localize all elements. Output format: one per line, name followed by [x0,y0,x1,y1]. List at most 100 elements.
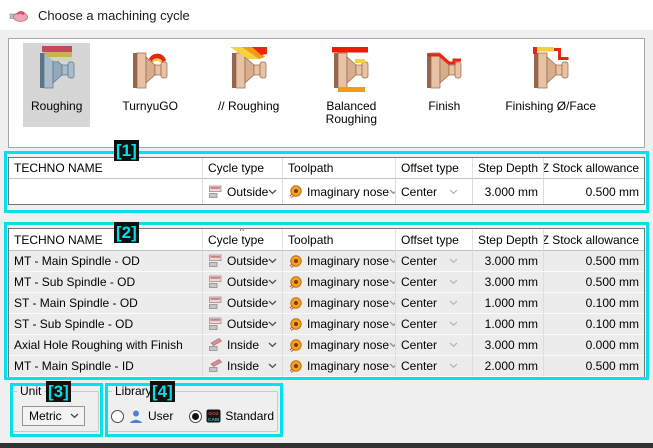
z-stock-allowance-cell[interactable]: 0.500 mm [544,356,644,377]
column-header-cycle-type[interactable]: ∧Cycle type [203,229,283,251]
column-header-offset-type[interactable]: Offset type [396,229,473,251]
library-option-user[interactable]: User [111,409,173,424]
toolpath-dropdown[interactable]: Imaginary nose [283,356,396,377]
column-header-toolpath[interactable]: Toolpath [283,158,396,179]
imaginary-nose-icon [288,338,303,353]
toolpath-value: Imaginary nose [307,185,389,199]
unit-select[interactable]: Metric [22,406,85,426]
toolpath-dropdown[interactable]: Imaginary nose [283,335,396,356]
step-depth-cell[interactable]: 3.000 mm [473,251,544,272]
step-depth-cell[interactable]: 3.000 mm [473,272,544,293]
roughing-cycle-icon [36,46,78,94]
cycle-type-dropdown[interactable]: Outside [203,179,283,204]
finishing-diameter-face-cycle-icon [530,46,572,94]
toolbar-item-label: // Roughing [218,100,279,113]
turnyugo-cycle-icon [129,46,171,94]
offset-type-dropdown[interactable]: Center [396,335,473,356]
offset-type-dropdown[interactable]: Center [396,293,473,314]
offset-type-dropdown[interactable]: Center [396,356,473,377]
techno-name-cell[interactable]: ST - Sub Spindle - OD [9,314,203,335]
cycle-type-dropdown[interactable]: Outside [203,293,283,314]
step-depth-cell[interactable]: 1.000 mm [473,314,544,335]
z-stock-allowance-cell[interactable]: 0.100 mm [544,314,644,335]
column-header-techno-name[interactable]: TECHNO NAME [9,158,203,179]
techno-name-cell[interactable]: Axial Hole Roughing with Finish [9,335,203,356]
chevron-down-icon [268,258,277,264]
z-stock-allowance-cell[interactable]: 0.000 mm [544,335,644,356]
offset-type-dropdown[interactable]: Center [396,314,473,335]
choose-machining-cycle-dialog: Choose a machining cycle Roughing Turnyu… [0,0,653,448]
toolpath-dropdown[interactable]: Imaginary nose [283,293,396,314]
toolbar-item-label: Finishing Ø/Face [505,100,596,113]
techno-name-cell[interactable] [9,179,203,204]
go2cam-logo-icon: GO2 CAM [206,409,221,423]
chevron-down-icon [449,300,458,306]
library-group-label: Library [112,384,155,398]
cycle-type-dropdown[interactable]: Outside [203,251,283,272]
current-cycle-table: TECHNO NAMECycle typeToolpathOffset type… [8,157,645,205]
column-header-toolpath[interactable]: Toolpath [283,229,396,251]
toolpath-dropdown[interactable]: Imaginary nose [283,272,396,293]
offset-type-dropdown[interactable]: Center [396,272,473,293]
window-bottom-edge [0,443,653,448]
chevron-down-icon [268,321,277,327]
techno-name-cell[interactable]: MT - Sub Spindle - OD [9,272,203,293]
techno-name-cell[interactable]: ST - Main Spindle - OD [9,293,203,314]
chevron-down-icon [449,279,458,285]
column-header-step-depth[interactable]: Step Depth [473,158,544,179]
cycle-type-dropdown[interactable]: Inside [203,335,283,356]
z-stock-allowance-cell[interactable]: 0.500 mm [544,251,644,272]
column-header-techno-name[interactable]: TECHNO NAME [9,229,203,251]
offset-type-value: Center [401,338,437,352]
techno-name-cell[interactable]: MT - Main Spindle - OD [9,251,203,272]
toolpath-dropdown[interactable]: Imaginary nose [283,314,396,335]
library-option-standard[interactable]: GO2 CAMStandard [189,409,274,423]
toolbar-item-finishing-face[interactable]: Finishing Ø/Face [497,43,604,127]
step-depth-cell[interactable]: 3.000 mm [473,335,544,356]
offset-type-dropdown[interactable]: Center [396,251,473,272]
toolpath-value: Imaginary nose [307,275,389,289]
cycle-type-dropdown[interactable]: Inside [203,356,283,377]
toolbar-item-label: Roughing [31,100,82,113]
toolbar-item-roughing[interactable]: Roughing [23,43,90,127]
toolpath-value: Imaginary nose [307,254,389,268]
z-stock-allowance-cell[interactable]: 0.100 mm [544,293,644,314]
radio-button-standard[interactable] [189,410,202,423]
offset-type-dropdown[interactable]: Center [396,179,473,204]
step-depth-cell[interactable]: 3.000 mm [473,179,544,204]
offset-type-value: Center [401,254,437,268]
inside-cycle-type-icon [208,359,223,373]
toolbar-item-balanced-roughing[interactable]: Balanced Roughing [311,43,391,140]
chevron-down-icon [268,279,277,285]
column-header-cycle-type[interactable]: Cycle type [203,158,283,179]
toolpath-value: Imaginary nose [307,359,389,373]
cycle-type-value: Inside [227,359,259,373]
toolbar-item-turnyugo[interactable]: TurnyuGO [114,43,186,127]
toolbar-item-roughing[interactable]: // Roughing [210,43,287,127]
chevron-down-icon [389,279,396,285]
chevron-down-icon [268,300,277,306]
radio-button-user[interactable] [111,410,124,423]
column-header-offset-type[interactable]: Offset type [396,158,473,179]
cycle-type-dropdown[interactable]: Outside [203,272,283,293]
step-depth-cell[interactable]: 2.000 mm [473,356,544,377]
toolbar-item-finish[interactable]: Finish [415,43,473,127]
offset-type-value: Center [401,296,437,310]
toolpath-dropdown[interactable]: Imaginary nose [283,251,396,272]
step-depth-cell[interactable]: 1.000 mm [473,293,544,314]
title-bar: Choose a machining cycle [0,0,653,30]
column-header-z-stock-allowance[interactable]: Z Stock allowance [544,158,644,179]
cycle-type-value: Outside [227,185,268,199]
cycle-type-value: Outside [227,254,268,268]
column-header-z-stock-allowance[interactable]: Z Stock allowance [544,229,644,251]
chevron-down-icon [268,342,277,348]
chevron-down-icon [268,363,277,369]
column-header-step-depth[interactable]: Step Depth [473,229,544,251]
chevron-down-icon [449,189,458,195]
cycle-type-dropdown[interactable]: Outside [203,314,283,335]
z-stock-allowance-cell[interactable]: 0.500 mm [544,179,644,204]
chevron-down-icon [268,189,277,195]
techno-name-cell[interactable]: MT - Main Spindle - ID [9,356,203,377]
z-stock-allowance-cell[interactable]: 0.500 mm [544,272,644,293]
toolpath-dropdown[interactable]: Imaginary nose [283,179,396,204]
